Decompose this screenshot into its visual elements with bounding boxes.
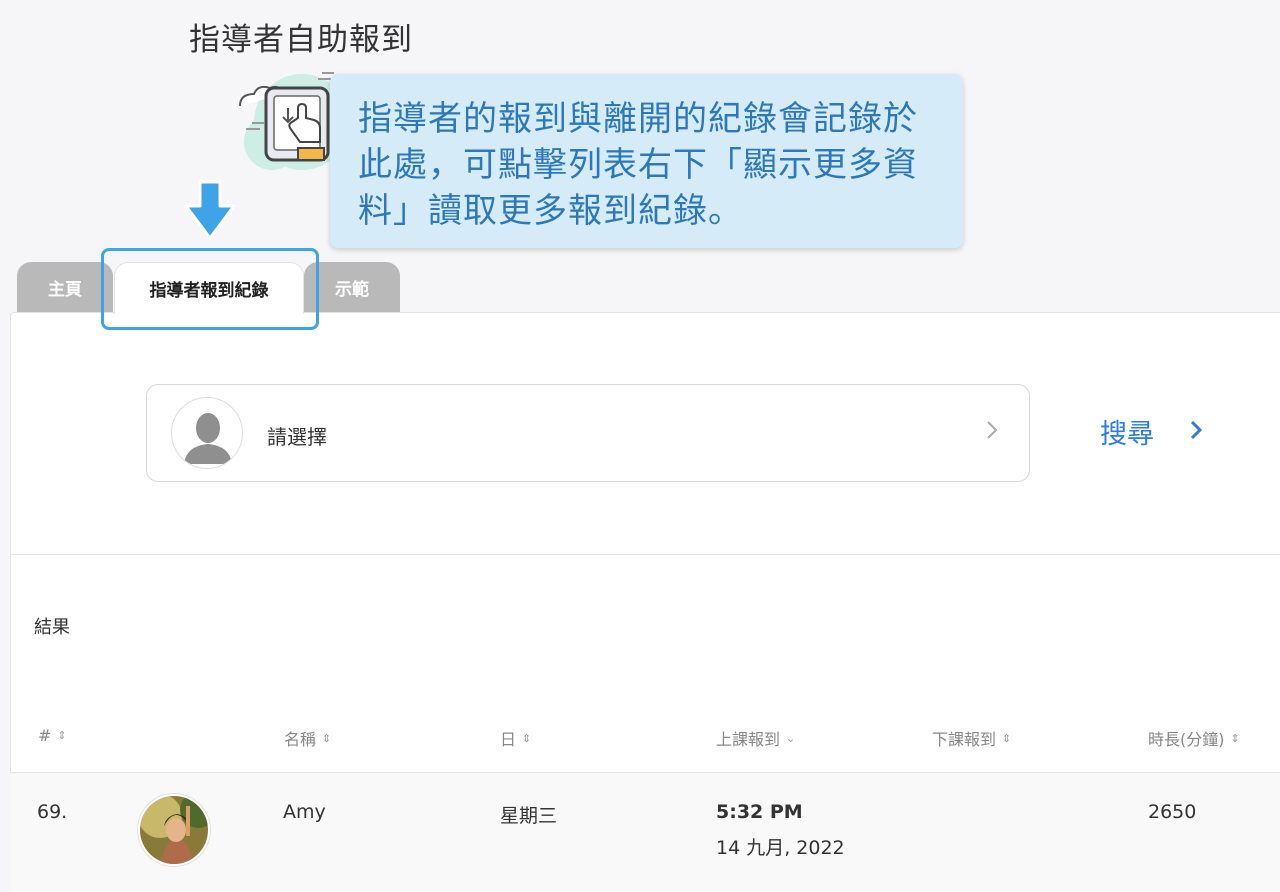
column-header-label: 名稱	[284, 730, 317, 749]
row-day: 星期三	[500, 805, 558, 827]
column-header-checkout[interactable]: 下課報到 ⇕	[932, 726, 1011, 750]
search-chevron-icon[interactable]	[1188, 416, 1204, 444]
checkin-illustration	[239, 72, 342, 170]
chevron-right-icon	[987, 421, 998, 439]
instruction-tooltip: 指導者的報到與離開的紀錄會記錄於此處，可點擊列表右下「顯示更多資料」讀取更多報到…	[330, 74, 963, 248]
tab-highlight-frame	[101, 248, 319, 330]
sort-icon: ⇕	[1230, 731, 1240, 745]
tab-home[interactable]: 主頁	[17, 262, 113, 312]
sort-icon: ⇕	[1002, 731, 1012, 745]
avatar-placeholder-icon	[171, 397, 243, 469]
column-header-name[interactable]: 名稱 ⇕	[284, 726, 331, 750]
page-title: 指導者自助報到	[189, 22, 413, 58]
row-index: 69.	[37, 801, 68, 823]
column-header-index[interactable]: # ⇕	[38, 726, 67, 745]
avatar	[138, 794, 210, 866]
sort-icon: ⇕	[522, 731, 532, 745]
mentor-select[interactable]: 請選擇	[146, 384, 1030, 482]
sort-icon: ⇕	[57, 729, 67, 742]
mentor-select-label: 請選擇	[267, 425, 327, 449]
section-divider	[10, 554, 1280, 555]
column-header-label: #	[38, 726, 52, 745]
row-duration: 2650	[1148, 801, 1197, 823]
column-header-label: 下課報到	[932, 730, 997, 749]
column-header-duration[interactable]: 時長(分鐘) ⇕	[1148, 726, 1240, 750]
row-checkin-date: 14 九月, 2022	[716, 837, 845, 859]
column-header-label: 時長(分鐘)	[1148, 730, 1225, 749]
row-checkin-time: 5:32 PM	[716, 801, 803, 823]
sort-desc-icon: ⌄	[786, 731, 796, 745]
arrow-down-icon	[184, 180, 236, 240]
search-button[interactable]: 搜尋	[1100, 412, 1154, 451]
results-label: 結果	[34, 617, 70, 638]
column-header-checkin[interactable]: 上課報到 ⌄	[716, 726, 795, 750]
row-name[interactable]: Amy	[283, 801, 326, 823]
column-header-label: 日	[500, 730, 517, 749]
column-header-day[interactable]: 日 ⇕	[500, 726, 531, 750]
column-header-label: 上課報到	[716, 730, 781, 749]
sort-icon: ⇕	[322, 731, 332, 745]
